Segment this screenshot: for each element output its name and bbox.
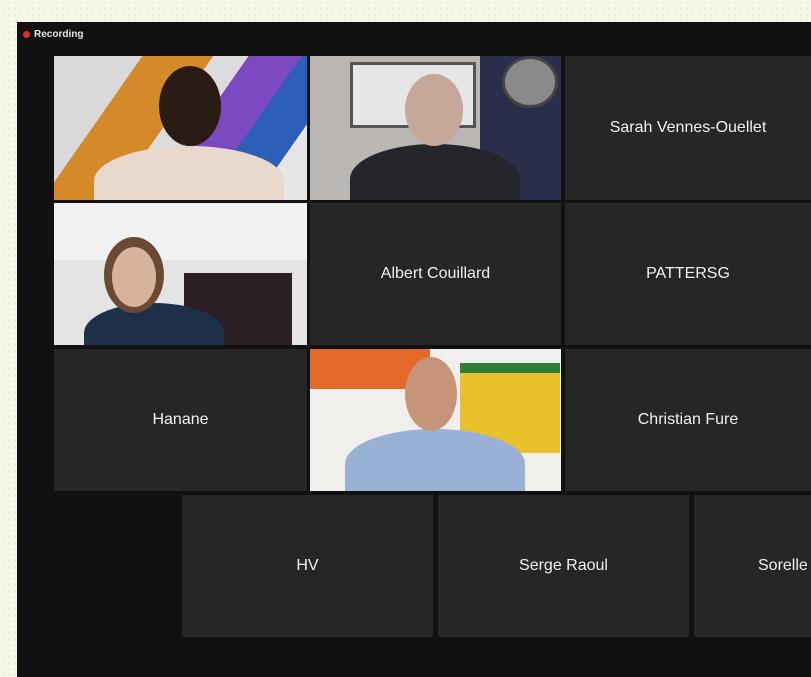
participant-name: PATTERSG xyxy=(646,265,730,282)
participant-tile-3[interactable]: Sarah Vennes-Ouellet xyxy=(565,56,811,200)
participant-head xyxy=(112,247,156,307)
record-dot-icon xyxy=(23,31,30,38)
participant-name: HV xyxy=(296,557,319,574)
participant-name: Albert Couillard xyxy=(380,265,491,282)
participant-name: Christian Fure xyxy=(637,411,739,428)
participant-name: Serge Raoul xyxy=(519,557,608,574)
participant-tile-2[interactable] xyxy=(310,56,561,200)
participant-tile-4[interactable] xyxy=(54,203,307,345)
participant-tile-11[interactable]: Serge Raoul xyxy=(438,495,689,637)
participant-body xyxy=(345,429,525,491)
participant-name: Sarah Vennes-Ouellet xyxy=(609,119,767,136)
participant-head xyxy=(159,66,221,146)
participant-tile-1[interactable] xyxy=(54,56,307,200)
ceiling-background xyxy=(54,203,307,260)
participant-tile-10[interactable]: HV xyxy=(182,495,433,637)
participant-tile-5[interactable]: Albert Couillard xyxy=(310,203,561,345)
participant-tile-7[interactable]: Hanane xyxy=(54,349,307,491)
participant-head xyxy=(405,74,463,146)
meeting-window: Recording Sarah Vennes-Ouellet Albert Co… xyxy=(17,22,811,677)
participant-head xyxy=(405,357,457,431)
participant-tile-9[interactable]: Christian Fure xyxy=(565,349,811,491)
participant-name: Sorelle xyxy=(758,557,808,574)
participant-tile-6[interactable]: PATTERSG xyxy=(565,203,811,345)
participant-tile-8[interactable] xyxy=(310,349,561,491)
wall-clock-icon xyxy=(502,56,558,108)
recording-label: Recording xyxy=(34,29,84,40)
recording-indicator: Recording xyxy=(23,29,83,40)
participant-name: Hanane xyxy=(152,411,209,428)
participant-tile-12[interactable]: Sorelle xyxy=(694,495,811,637)
